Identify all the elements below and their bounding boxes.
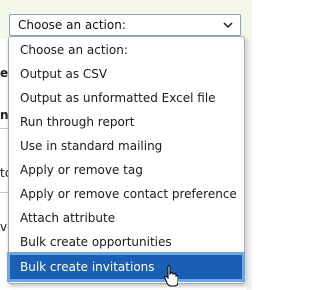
option-choose-an-action[interactable]: Choose an action: [10, 39, 243, 61]
option-contact-preference[interactable]: Apply or remove contact preference [10, 183, 243, 205]
divider [0, 128, 8, 129]
hand-pointer-icon [164, 265, 178, 287]
obscured-text-fragment: e [0, 66, 9, 80]
action-select-value: Choose an action: [18, 18, 126, 32]
option-output-excel[interactable]: Output as unformatted Excel file [10, 87, 243, 109]
option-bulk-create-invitations[interactable]: Bulk create invitations [7, 252, 245, 282]
option-bulk-create-opportunities[interactable]: Bulk create opportunities [10, 231, 243, 253]
action-select[interactable]: Choose an action: [9, 14, 241, 36]
option-standard-mailing[interactable]: Use in standard mailing [10, 135, 243, 157]
action-dropdown-list: Choose an action: Output as CSV Output a… [7, 36, 245, 284]
divider [0, 192, 8, 193]
option-apply-remove-tag[interactable]: Apply or remove tag [10, 159, 243, 181]
option-run-through-report[interactable]: Run through report [10, 111, 243, 133]
chevron-down-icon[interactable] [221, 17, 235, 33]
scroll-area [246, 38, 252, 290]
option-attach-attribute[interactable]: Attach attribute [10, 207, 243, 229]
option-output-csv[interactable]: Output as CSV [10, 63, 243, 85]
